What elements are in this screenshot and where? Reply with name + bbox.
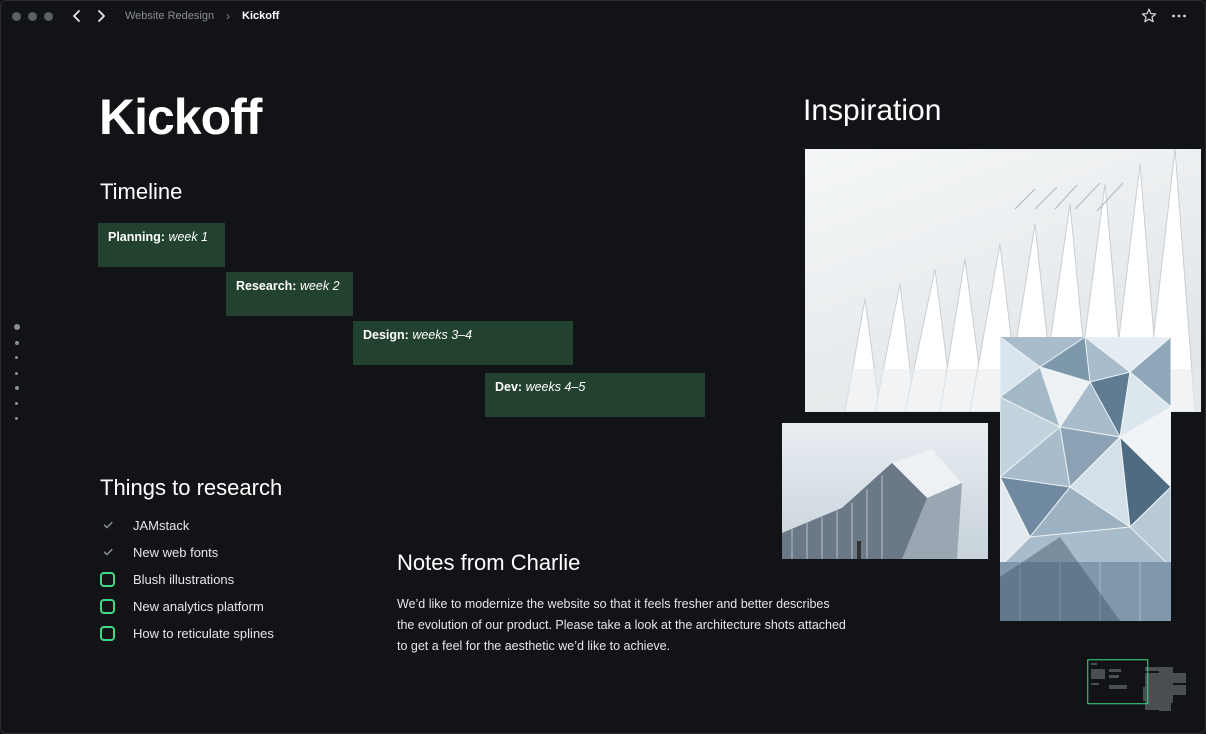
architecture-photo-facade[interactable] xyxy=(1000,337,1171,621)
section-dot[interactable] xyxy=(15,402,18,405)
timeline-heading: Timeline xyxy=(100,179,183,204)
phase-name: Dev: xyxy=(495,380,523,394)
phase-duration: weeks 4–5 xyxy=(525,380,586,394)
checkbox[interactable] xyxy=(100,625,115,641)
architecture-photo-building[interactable] xyxy=(782,423,988,559)
page-title: Kickoff xyxy=(99,89,262,145)
todo-label: New analytics platform xyxy=(133,598,264,614)
todo-label: Blush illustrations xyxy=(133,571,235,587)
timeline-phase-research[interactable]: Research: week 2 xyxy=(226,272,353,316)
notes-body: We’d like to modernize the website so th… xyxy=(397,597,846,653)
todo-item: How to reticulate splines xyxy=(100,623,274,643)
window-zoom-dot[interactable] xyxy=(44,12,53,21)
breadcrumb-parent[interactable]: Website Redesign xyxy=(125,10,214,22)
phase-duration: week 1 xyxy=(168,230,209,244)
todo-label: JAMstack xyxy=(133,517,190,533)
section-dot[interactable] xyxy=(15,341,19,345)
todo-item: JAMstack xyxy=(100,515,189,535)
chevron-left-icon[interactable] xyxy=(69,8,85,24)
timeline-phase-design[interactable]: Design: weeks 3–4 xyxy=(353,321,573,365)
checkbox[interactable] xyxy=(100,571,115,587)
chevron-right-icon[interactable] xyxy=(93,8,109,24)
notes-heading: Notes from Charlie xyxy=(397,550,581,575)
todo-label: How to reticulate splines xyxy=(133,625,274,641)
check-icon[interactable] xyxy=(100,545,115,560)
inspiration-heading: Inspiration xyxy=(803,94,942,127)
section-dot[interactable] xyxy=(15,417,18,420)
phase-duration: week 2 xyxy=(299,279,340,293)
check-icon[interactable] xyxy=(100,518,115,533)
timeline-phase-dev[interactable]: Dev: weeks 4–5 xyxy=(485,373,705,417)
breadcrumb-separator: › xyxy=(226,9,230,23)
research-heading: Things to research xyxy=(100,475,283,500)
phase-name: Research: xyxy=(236,279,297,293)
window-minimize-dot[interactable] xyxy=(28,12,37,21)
section-dot[interactable] xyxy=(15,356,18,359)
ellipsis-icon[interactable] xyxy=(1169,6,1189,26)
breadcrumb-current: Kickoff xyxy=(242,10,280,22)
canvas-minimap[interactable] xyxy=(1087,659,1187,711)
section-dot[interactable] xyxy=(15,386,19,390)
timeline-phase-planning[interactable]: Planning: week 1 xyxy=(98,223,225,267)
phase-name: Planning: xyxy=(108,230,165,244)
phase-name: Design: xyxy=(363,328,409,342)
title-bar: Website Redesign › Kickoff xyxy=(0,0,1206,34)
window-close-dot[interactable] xyxy=(12,12,21,21)
todo-item: New analytics platform xyxy=(100,596,264,616)
phase-duration: weeks 3–4 xyxy=(412,328,473,342)
checkbox[interactable] xyxy=(100,598,115,614)
todo-item: New web fonts xyxy=(100,542,218,562)
section-dot[interactable] xyxy=(15,372,18,375)
todo-item: Blush illustrations xyxy=(100,569,234,589)
star-icon[interactable] xyxy=(1139,6,1159,26)
todo-label: New web fonts xyxy=(133,544,219,560)
section-dot-active[interactable] xyxy=(14,324,20,330)
